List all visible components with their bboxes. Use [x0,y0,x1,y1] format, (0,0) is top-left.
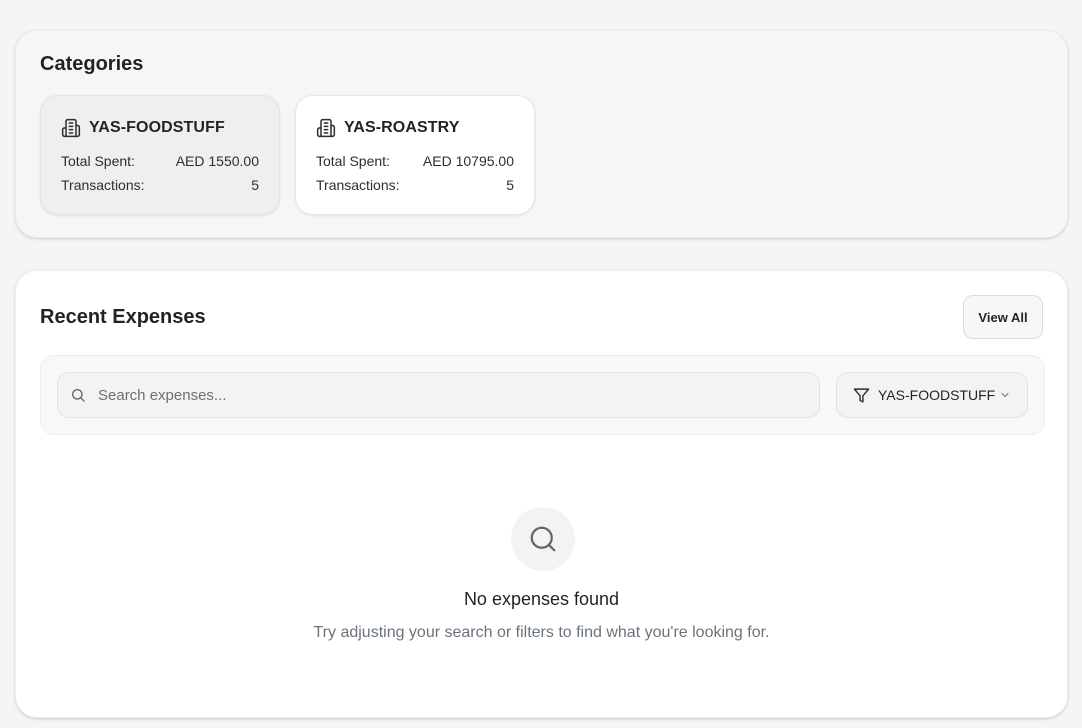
filter-icon [853,387,870,404]
filter-bar: YAS-FOODSTUFF [40,355,1045,435]
recent-expenses-panel: Recent Expenses View All YAS-FOODSTUFF [15,270,1068,718]
transactions-value: 5 [506,177,514,193]
search-box[interactable] [57,372,820,418]
transactions-label: Transactions: [61,177,145,193]
categories-title: Categories [40,53,144,75]
category-filter-select[interactable]: YAS-FOODSTUFF [836,372,1028,418]
transactions-label: Transactions: [316,177,400,193]
transactions-row: Transactions: 5 [61,173,259,197]
category-name: YAS-FOODSTUFF [89,119,225,136]
total-spent-label: Total Spent: [316,153,390,169]
total-spent-row: Total Spent: AED 1550.00 [61,149,259,173]
building-icon [61,118,81,138]
search-icon [528,524,558,554]
transactions-value: 5 [251,177,259,193]
total-spent-value: AED 1550.00 [175,153,259,169]
category-card-yas-foodstuff[interactable]: YAS-FOODSTUFF Total Spent: AED 1550.00 T… [40,95,280,215]
empty-state-title: No expenses found [463,589,620,609]
empty-state-subtitle: Try adjusting your search or filters to … [313,624,770,641]
transactions-row: Transactions: 5 [316,173,514,197]
search-icon [70,387,86,403]
total-spent-value: AED 10795.00 [422,153,514,169]
chevron-down-icon [999,389,1011,401]
category-card-yas-roastry[interactable]: YAS-ROASTRY Total Spent: AED 10795.00 Tr… [295,95,535,215]
view-all-button[interactable]: View All [963,295,1043,339]
empty-state-icon-wrap [511,507,575,571]
total-spent-row: Total Spent: AED 10795.00 [316,149,514,173]
category-card-header: YAS-ROASTRY [316,116,514,140]
category-card-header: YAS-FOODSTUFF [61,116,259,140]
recent-expenses-title: Recent Expenses [40,306,206,328]
total-spent-label: Total Spent: [61,153,135,169]
filter-selected-value: YAS-FOODSTUFF [878,387,996,403]
categories-panel: Categories YAS-FOODSTUFF Total Spent: AE… [15,30,1068,238]
search-input[interactable] [98,386,798,404]
building-icon [316,118,336,138]
category-name: YAS-ROASTRY [344,119,460,136]
